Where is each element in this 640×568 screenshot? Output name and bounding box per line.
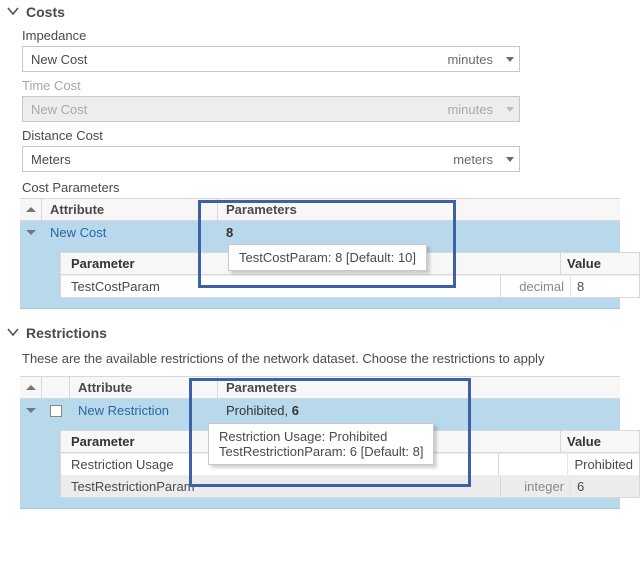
nested-row[interactable]: TestCostParam decimal 8 <box>61 275 639 297</box>
restrictions-description: These are the available restrictions of … <box>0 343 640 376</box>
expand-all-icon[interactable] <box>20 377 42 398</box>
distance-cost-combo[interactable]: Meters meters <box>22 146 520 172</box>
header-parameters[interactable]: Parameters <box>218 377 620 398</box>
header-attribute[interactable]: Attribute <box>70 377 218 398</box>
expand-all-icon[interactable] <box>20 199 42 220</box>
costs-content: Impedance New Cost minutes Time Cost New… <box>0 22 640 198</box>
check-all-header[interactable] <box>42 377 70 398</box>
attribute-cell: New Cost <box>42 221 218 244</box>
chevron-down-icon <box>6 325 20 339</box>
param-name: TestCostParam <box>61 276 501 297</box>
header-attribute[interactable]: Attribute <box>42 199 218 220</box>
cost-params-header: Attribute Parameters <box>20 198 620 221</box>
time-cost-label: Time Cost <box>22 72 640 96</box>
param-name: TestRestrictionParam <box>61 476 501 497</box>
cost-parameters-grid: Attribute Parameters New Cost 8 Paramete… <box>0 198 620 309</box>
collapse-row-icon[interactable] <box>20 221 42 244</box>
table-row[interactable]: New Restriction Prohibited, 6 <box>20 399 620 422</box>
row-checkbox[interactable] <box>42 399 70 422</box>
tooltip: Restriction Usage: Prohibited TestRestri… <box>208 423 434 465</box>
section-header-restrictions[interactable]: Restrictions <box>0 321 640 343</box>
param-value[interactable]: Prohibited <box>568 454 639 475</box>
time-cost-unit: minutes <box>439 102 501 117</box>
param-type: integer <box>501 476 571 497</box>
tooltip: TestCostParam: 8 [Default: 10] <box>228 244 427 271</box>
time-cost-combo: New Cost minutes <box>22 96 520 122</box>
param-value[interactable]: 8 <box>571 276 639 297</box>
parameters-cell: 8 <box>218 221 620 244</box>
param-type <box>499 454 569 475</box>
collapse-row-icon[interactable] <box>20 399 42 422</box>
param-type: decimal <box>501 276 571 297</box>
cost-parameters-label: Cost Parameters <box>22 172 640 198</box>
chevron-down-icon <box>6 4 20 18</box>
restrictions-grid: Attribute Parameters New Restriction Pro… <box>0 376 620 509</box>
dropdown-icon[interactable] <box>501 147 519 171</box>
parameters-cell: Prohibited, 6 <box>218 399 620 422</box>
params-summary-pre: Prohibited, <box>226 403 292 418</box>
param-value[interactable]: 6 <box>571 476 639 497</box>
table-row[interactable]: New Cost 8 <box>20 221 620 244</box>
attribute-cell: New Restriction <box>70 399 218 422</box>
section-header-costs[interactable]: Costs <box>0 0 640 22</box>
nested-header-value[interactable]: Value <box>561 253 639 274</box>
tooltip-line: TestRestrictionParam: 6 [Default: 8] <box>219 444 423 459</box>
section-title: Restrictions <box>26 325 107 341</box>
dropdown-icon[interactable] <box>501 47 519 71</box>
nested-header-value[interactable]: Value <box>561 431 639 452</box>
impedance-combo[interactable]: New Cost minutes <box>22 46 520 72</box>
impedance-value: New Cost <box>23 52 439 67</box>
section-title: Costs <box>26 4 65 20</box>
impedance-unit: minutes <box>439 52 501 67</box>
params-summary-bold: 6 <box>292 403 299 418</box>
restrictions-header: Attribute Parameters <box>20 376 620 399</box>
tooltip-line: Restriction Usage: Prohibited <box>219 429 423 444</box>
header-parameters[interactable]: Parameters <box>218 199 620 220</box>
distance-cost-unit: meters <box>445 152 501 167</box>
distance-cost-label: Distance Cost <box>22 122 640 146</box>
nested-row[interactable]: TestRestrictionParam integer 6 <box>61 475 639 497</box>
time-cost-value: New Cost <box>23 102 439 117</box>
distance-cost-value: Meters <box>23 152 445 167</box>
impedance-label: Impedance <box>22 22 640 46</box>
dropdown-icon <box>501 97 519 121</box>
